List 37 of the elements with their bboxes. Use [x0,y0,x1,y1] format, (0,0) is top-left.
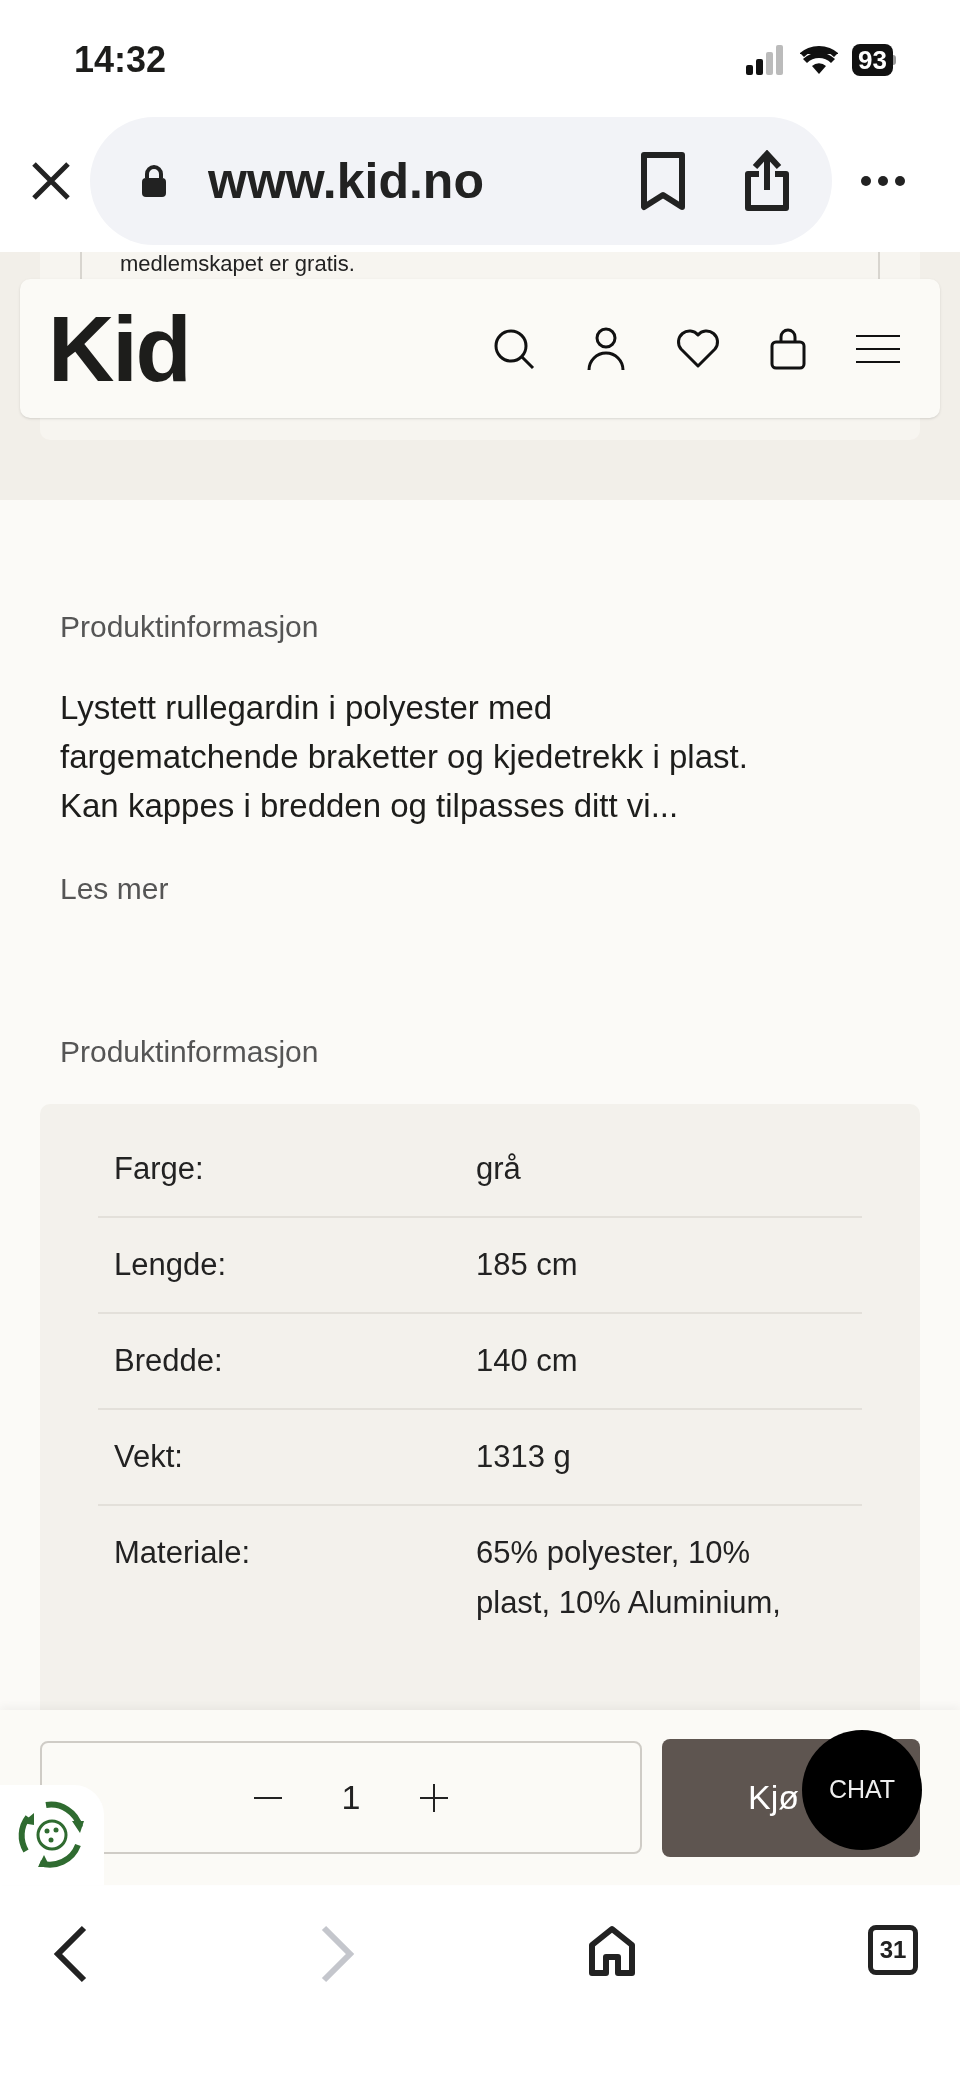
lock-icon [140,164,168,198]
eco-badge[interactable] [0,1785,104,1885]
spec-label: Farge: [114,1150,205,1188]
banner-text: medlemskapet er gratis. [120,252,355,276]
bookmark-icon[interactable] [640,151,686,211]
tabs-button[interactable]: 31 [868,1925,918,1975]
spec-label: Bredde: [114,1342,224,1380]
url-text: www.kid.no [208,151,485,211]
heart-icon[interactable] [676,328,720,369]
quantity-value: 1 [341,1777,361,1818]
description-text: Lystett rullegardin i polyester med fargematchende braketter og kjedetrekk i plast. Kan kappes i bredden og tilpasses ditt vi... [60,688,749,826]
spec-value: 65% polyester, 10% plast, 10% Aluminium, [476,1534,782,1622]
bag-icon[interactable] [770,327,806,370]
back-icon[interactable] [52,1925,88,1983]
read-more-link[interactable]: Les mer [60,866,169,911]
home-icon[interactable] [588,1925,636,1977]
spec-value: grå [476,1150,522,1188]
spec-value: 1313 g [476,1438,572,1476]
spec-value: 185 cm [476,1246,579,1284]
menu-icon[interactable] [856,333,900,364]
logo[interactable]: Kid [48,302,492,395]
battery-indicator: 93 [852,44,896,76]
plus-icon[interactable] [420,1783,449,1812]
spec-label: Materiale: [114,1534,252,1572]
minus-icon[interactable] [253,1795,282,1800]
status-time: 14:32 [74,38,167,82]
section-heading: Produktinformasjon [60,609,320,645]
section-heading: Produktinformasjon [60,1034,320,1070]
address-bar[interactable]: www.kid.no [90,117,832,245]
spec-label: Vekt: [114,1438,184,1476]
close-icon[interactable] [30,160,72,202]
person-icon[interactable] [586,326,626,371]
more-icon[interactable] [860,175,906,187]
share-icon[interactable] [742,150,792,212]
wifi-icon [800,46,839,74]
spec-label: Lengde: [114,1246,228,1284]
spec-value: 140 cm [476,1342,579,1380]
